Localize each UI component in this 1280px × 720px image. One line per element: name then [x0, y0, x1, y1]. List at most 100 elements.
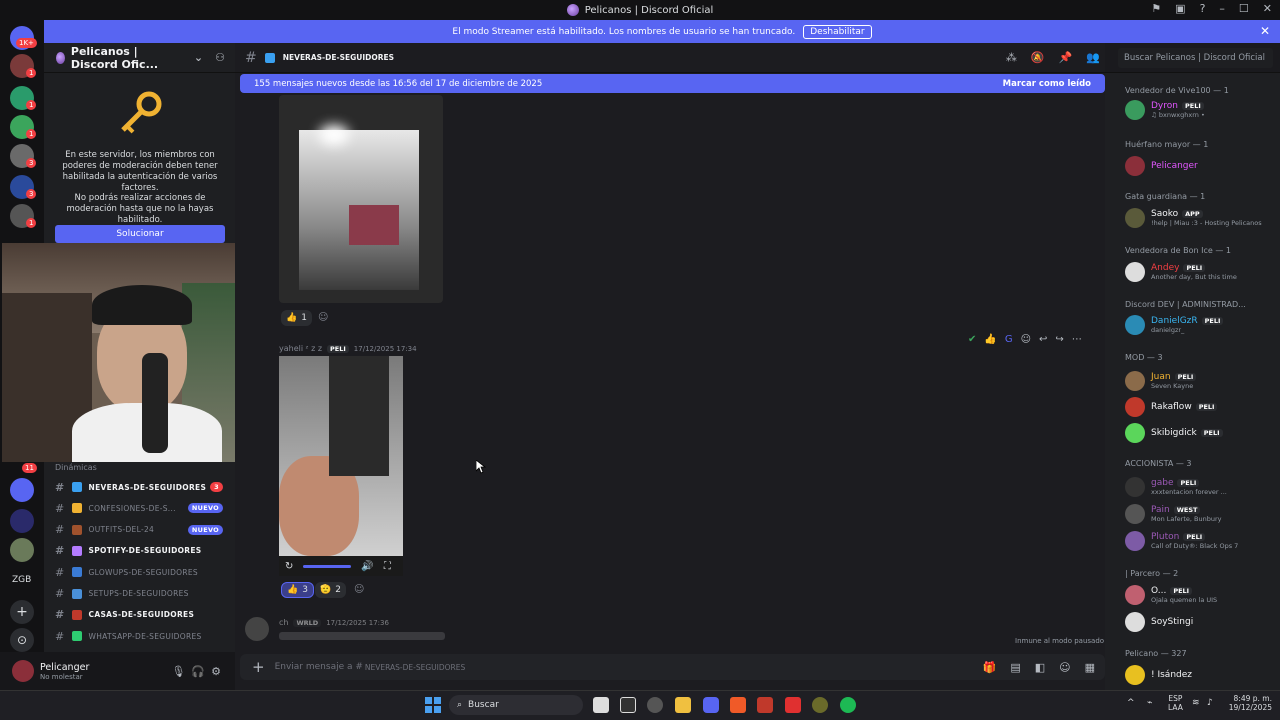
member-list-icon[interactable]: 👥 — [1086, 51, 1100, 64]
sticker-icon[interactable]: ◧ — [1035, 661, 1045, 674]
add-reaction-icon[interactable]: ☺ — [354, 584, 364, 595]
member-item[interactable]: Pelicanger — [1125, 155, 1275, 177]
server-icon[interactable] — [10, 538, 34, 562]
spotify-icon[interactable] — [840, 697, 856, 713]
attach-plus-icon[interactable]: + — [252, 658, 265, 676]
reaction-thumbs-up[interactable]: 👍 3 — [281, 582, 314, 598]
slowmode-notice: Inmune al modo pausado — [1015, 637, 1105, 645]
message-input[interactable]: + Enviar mensaje a # NEVERAS-DE-SEGUIDOR… — [240, 654, 1105, 680]
mute-icon[interactable]: 🔕 — [1031, 51, 1045, 64]
help-icon[interactable]: ? — [1200, 2, 1206, 15]
message-video[interactable] — [279, 356, 403, 556]
mark-read-button[interactable]: Marcar como leído — [1003, 79, 1091, 89]
app-icon[interactable] — [757, 697, 773, 713]
channel-item[interactable]: # GLOWUPS-DE-SEGUIDORES — [55, 563, 227, 581]
add-reaction-icon[interactable]: ☺ — [318, 312, 328, 323]
wifi-icon[interactable]: ≋ — [1192, 698, 1200, 708]
member-item[interactable]: Andey PELI Another day, But this time — [1125, 261, 1275, 283]
reaction-thumbs-up[interactable]: 👍 1 — [281, 310, 312, 326]
volume-icon[interactable]: 🔊 — [361, 561, 373, 572]
pin-icon[interactable]: 📌 — [1059, 51, 1073, 64]
channel-item[interactable]: # CASAS-DE-SEGUIDORES — [55, 606, 227, 624]
new-messages-bar[interactable]: 155 mensajes nuevos desde las 16:56 del … — [240, 74, 1105, 93]
gift-icon[interactable]: 🎁 — [983, 661, 997, 674]
maximize-button[interactable]: ☐ — [1239, 2, 1249, 15]
settings-gear-icon[interactable]: ⚙ — [211, 665, 221, 678]
member-item[interactable]: Dyron PELI ♫ bxnwxghxrn • — [1125, 99, 1275, 121]
emoji-icon[interactable]: ☺ — [1059, 661, 1070, 674]
member-item[interactable]: Pluton PELI Call of Duty®: Black Ops 7 — [1125, 530, 1275, 552]
zgb-server-label[interactable]: ZGB — [12, 575, 31, 585]
volume-icon[interactable]: ♪ — [1207, 698, 1213, 708]
task-view-icon[interactable] — [593, 697, 609, 713]
server-icon[interactable] — [10, 509, 34, 533]
member-item[interactable]: Pain WEST Mon Laferte, Bunbury — [1125, 503, 1275, 525]
g-reaction-icon[interactable]: G — [1005, 334, 1013, 345]
disable-streamer-button[interactable]: Deshabilitar — [803, 24, 872, 39]
explore-icon[interactable]: ⊙ — [10, 628, 34, 652]
notion-icon[interactable] — [620, 697, 636, 713]
file-explorer-icon[interactable] — [675, 697, 691, 713]
close-banner-icon[interactable]: ✕ — [1260, 24, 1270, 38]
channel-item[interactable]: # NEVERAS-DE-SEGUIDORES 3 — [55, 478, 227, 496]
avatar[interactable] — [12, 660, 34, 682]
search-input[interactable]: Buscar Pelicanos | Discord Oficial — [1118, 47, 1273, 68]
channel-item[interactable]: # SPOTIFY-DE-SEGUIDORES — [55, 542, 227, 560]
threads-icon[interactable]: ⁂ — [1006, 51, 1017, 64]
pelicanos-server-icon[interactable] — [10, 478, 34, 502]
server-header[interactable]: Pelicanos | Discord Ofic... ⌄ ⚇ — [44, 43, 235, 73]
add-member-icon[interactable]: ⚇ — [215, 51, 225, 64]
author-name[interactable]: ch — [279, 618, 288, 627]
fullscreen-icon[interactable]: ⛶ — [384, 561, 391, 572]
microphone-icon[interactable]: 🎙 — [171, 665, 185, 678]
reaction-salute[interactable]: 🫡 2 — [315, 582, 346, 598]
tray-chevron-icon[interactable]: ^ — [1127, 698, 1135, 708]
usb-icon[interactable]: ⌁ — [1147, 698, 1152, 708]
member-item[interactable]: gabe PELI xxxtentacion forever ... — [1125, 476, 1275, 498]
replay-icon[interactable]: ↻ — [285, 561, 293, 572]
channel-item[interactable]: # WHATSAPP-DE-SEGUIDORES — [55, 627, 227, 645]
headphones-icon[interactable]: 🎧 — [191, 665, 205, 678]
obs-icon[interactable] — [647, 697, 663, 713]
reply-icon[interactable]: ↩ — [1039, 334, 1047, 345]
add-server-icon[interactable]: + — [10, 600, 34, 624]
language-indicator[interactable]: ESP LAA — [1168, 694, 1183, 712]
gif-icon[interactable]: ▤ — [1010, 661, 1020, 674]
channel-emoji-icon — [71, 567, 82, 578]
forward-icon[interactable]: ↪ — [1055, 334, 1063, 345]
brave-icon[interactable] — [730, 697, 746, 713]
windows-start-icon[interactable] — [425, 697, 441, 713]
channel-item[interactable]: # SETUPS-DE-SEGUIDORES — [55, 585, 227, 603]
solve-button[interactable]: Solucionar — [55, 225, 225, 243]
clock[interactable]: 8:49 p. m. 19/12/2025 — [1222, 694, 1272, 712]
xmind-icon[interactable] — [785, 697, 801, 713]
member-item[interactable]: ! Isández — [1125, 664, 1275, 686]
inbox-icon[interactable]: ⚑ — [1151, 2, 1161, 15]
member-item[interactable]: Skibigdick PELI — [1125, 422, 1275, 444]
author-name[interactable]: yaheli ᶻ z 𝗓 — [279, 344, 322, 353]
member-item[interactable]: Saoko APP !help | Miau :3 - Hosting Pelica… — [1125, 207, 1275, 229]
member-item[interactable]: Rakaflow PELI — [1125, 396, 1275, 418]
volume-slider[interactable] — [303, 564, 352, 568]
apps-icon[interactable]: ▦ — [1085, 661, 1095, 674]
discord-taskbar-icon[interactable] — [703, 697, 719, 713]
member-item[interactable]: SoyStingi — [1125, 611, 1275, 633]
minimize-button[interactable]: – — [1219, 2, 1225, 15]
thumbs-reaction-icon[interactable]: 👍 — [984, 334, 996, 345]
category-dinamicas[interactable]: Dinámicas — [55, 463, 97, 472]
channel-item[interactable]: # OUTFITS-DEL-24 NUEVO — [55, 521, 227, 539]
member-item[interactable]: O... PELI Ojala quemen la UIS — [1125, 584, 1275, 606]
check-reaction-icon[interactable]: ✔ — [968, 334, 976, 345]
close-window-button[interactable]: ✕ — [1263, 2, 1272, 15]
member-item[interactable]: Juan PELI Seven Kayne — [1125, 370, 1275, 392]
channel-item[interactable]: # CONFESIONES-DE-S... NUEVO — [55, 499, 227, 517]
screen-icon[interactable]: ▣ — [1175, 2, 1185, 15]
chevron-down-icon[interactable]: ⌄ — [194, 51, 203, 64]
message-image-fridge[interactable] — [279, 95, 443, 303]
add-reaction-icon[interactable]: ☺ — [1021, 334, 1031, 345]
member-item[interactable]: DanielGzR PELI danielgzr_ — [1125, 314, 1275, 336]
taskbar-search[interactable]: ⌕ Buscar — [449, 695, 583, 715]
more-options-icon[interactable]: ⋯ — [1072, 334, 1082, 345]
app-icon[interactable] — [812, 697, 828, 713]
avatar[interactable] — [245, 617, 269, 641]
